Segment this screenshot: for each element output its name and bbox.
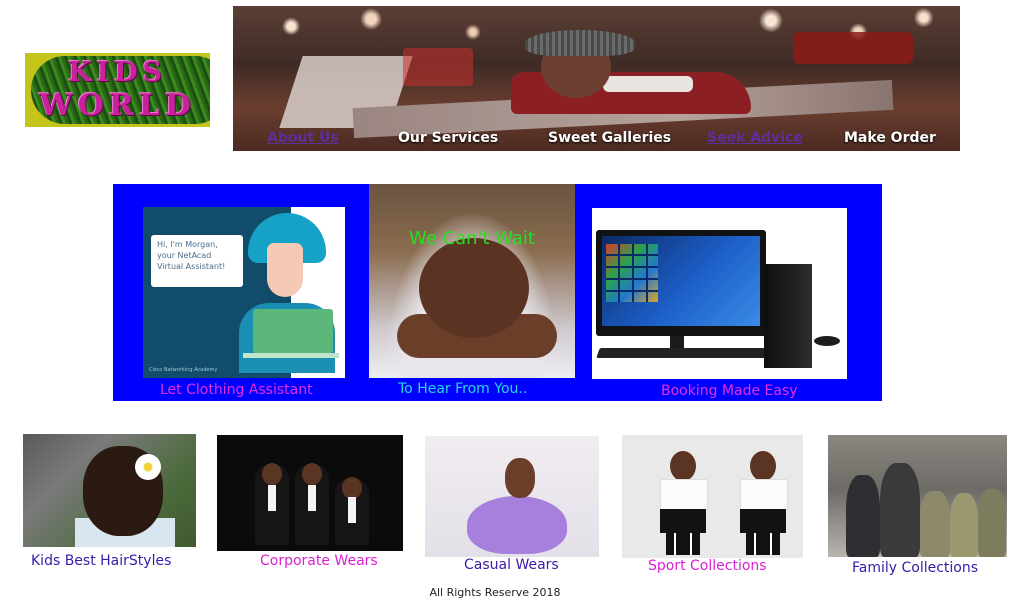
computer-card[interactable] (592, 208, 847, 379)
gallery-caption-sport[interactable]: Sport Collections (648, 558, 767, 574)
family-person-5 (978, 489, 1006, 557)
family-person-1 (846, 475, 880, 557)
laptop-icon (253, 309, 333, 353)
site-logo[interactable]: KIDS WORLD (25, 53, 210, 127)
gallery-caption-casual[interactable]: Casual Wears (464, 557, 559, 573)
gallery-caption-corporate[interactable]: Corporate Wears (260, 553, 378, 569)
family-person-3 (920, 491, 950, 557)
gallery-image-corporate[interactable] (217, 435, 403, 551)
computer-caption[interactable]: Booking Made Easy (661, 383, 798, 399)
baby-head (419, 238, 529, 338)
gallery-image-family[interactable] (828, 435, 1007, 557)
gallery-caption-family[interactable]: Family Collections (852, 560, 978, 576)
casual-tutu (467, 496, 567, 554)
logo-line-2: WORLD (39, 88, 196, 123)
corporate-face-1 (262, 463, 282, 485)
nav-our-services[interactable]: Our Services (398, 130, 498, 146)
baby-photo-card[interactable]: We Can't Wait (369, 184, 575, 378)
pc-tower-icon (764, 264, 812, 368)
flower-icon (135, 454, 161, 480)
gallery-caption-hairstyles[interactable]: Kids Best HairStyles (31, 553, 171, 569)
feature-panel: Hi, I'm Morgan, your NetAcad Virtual Ass… (113, 184, 882, 401)
nav-sweet-galleries[interactable]: Sweet Galleries (548, 130, 671, 146)
logo-line-1: KIDS (67, 57, 167, 88)
cisco-brand-text: Cisco Networking Academy (149, 367, 218, 373)
nav-seek-advice[interactable]: Seek Advice (707, 130, 803, 146)
gallery-image-casual[interactable] (425, 436, 599, 557)
assistant-caption[interactable]: Let Clothing Assistant (160, 382, 313, 398)
sport-kid-2 (732, 445, 792, 557)
corporate-face-2 (302, 463, 322, 485)
baby-overlay-text: We Can't Wait (408, 228, 535, 249)
family-person-4 (950, 493, 978, 557)
assistant-speech-bubble: Hi, I'm Morgan, your NetAcad Virtual Ass… (151, 235, 243, 287)
hero-toy-truck (793, 32, 913, 64)
hero-box-lettering (403, 48, 473, 86)
keyboard-icon (596, 348, 778, 358)
hero-banner: About Us Our Services Sweet Galleries Se… (233, 6, 960, 151)
sport-kid-1 (652, 445, 712, 557)
corporate-shirt-3 (348, 497, 356, 523)
corporate-shirt-2 (308, 485, 316, 511)
footer-copyright: All Rights Reserve 2018 (429, 586, 561, 599)
hero-baby-shirt (603, 76, 693, 92)
laptop-base (243, 353, 339, 358)
gallery-image-hairstyles[interactable] (23, 434, 196, 547)
corporate-face-3 (342, 477, 362, 499)
hero-baby-cap (525, 30, 635, 56)
nav-about-us[interactable]: About Us (267, 130, 339, 146)
assistant-card[interactable]: Hi, I'm Morgan, your NetAcad Virtual Ass… (143, 207, 345, 378)
mouse-icon (814, 336, 840, 346)
baby-caption[interactable]: To Hear From You.. (398, 381, 527, 397)
casual-girl-head (505, 458, 535, 498)
gallery-image-sport[interactable] (622, 435, 803, 558)
start-menu-tiles (606, 244, 658, 302)
family-person-2 (880, 463, 920, 557)
assistant-illustration: Hi, I'm Morgan, your NetAcad Virtual Ass… (143, 207, 345, 378)
assistant-face (267, 243, 303, 297)
corporate-shirt-1 (268, 485, 276, 511)
nav-make-order[interactable]: Make Order (844, 130, 936, 146)
